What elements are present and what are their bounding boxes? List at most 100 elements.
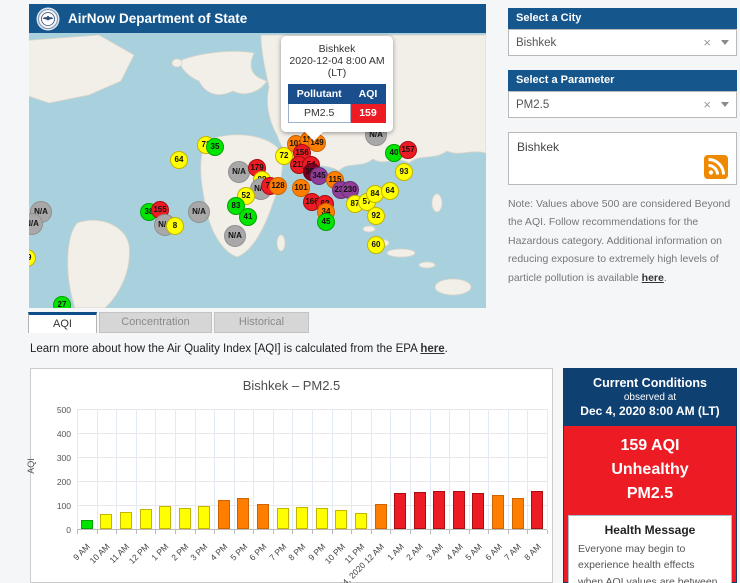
chart-vertical-gridline [430,409,431,529]
chart-bar[interactable] [492,495,504,529]
city-select-value: Bishkek [516,37,703,49]
chart-bar[interactable] [81,520,93,529]
chart-bar[interactable] [531,491,543,529]
city-select[interactable]: Bishkek × [508,29,737,56]
chart-x-tick [488,530,489,534]
chart-bar[interactable] [198,506,210,529]
chart-bar[interactable] [179,508,191,529]
city-clear-icon[interactable]: × [703,35,711,50]
map-marker[interactable]: 35 [206,138,224,156]
chart-bar[interactable] [296,507,308,529]
chart-x-tick [351,530,352,534]
map-marker[interactable]: 93 [395,163,413,181]
map-marker[interactable]: 128 [269,177,287,195]
map-marker[interactable]: 64 [170,151,188,169]
chart-y-tick-label: 400 [33,429,71,439]
chart-bar[interactable] [120,512,132,529]
chart-vertical-gridline [116,409,117,529]
chart-x-tick [273,530,274,534]
tab-concentration[interactable]: Concentration [99,312,212,333]
chart-bar[interactable] [335,510,347,529]
chart-bar[interactable] [512,498,524,529]
map-marker[interactable]: N/A [228,161,250,183]
chart-x-tick [390,530,391,534]
map-marker[interactable]: N/A [224,225,246,247]
learn-more-before: Learn more about how the Air Quality Ind… [30,343,420,355]
note-after: . [664,272,667,284]
chart-bar[interactable] [140,509,152,529]
chart-bar[interactable] [316,508,328,529]
chart-vertical-gridline [175,409,176,529]
chart-bar[interactable] [257,504,269,529]
chart-bar[interactable] [159,506,171,529]
parameter-select[interactable]: PM2.5 × [508,91,737,118]
chart-x-tick [469,530,470,534]
chart-x-tick [253,530,254,534]
beyond-aqi-note: Note: Values above 500 are considered Be… [508,195,737,287]
chart-bar[interactable] [472,493,484,529]
health-message-title: Health Message [578,523,722,537]
sidebar: Select a City Bishkek × Select a Paramet… [508,8,737,287]
chart-vertical-gridline [195,409,196,529]
chart-bar[interactable] [100,514,112,529]
chart-bar[interactable] [355,513,367,529]
chart-bar[interactable] [453,491,465,529]
chart-vertical-gridline [253,409,254,529]
popup-city: Bishkek [285,43,389,55]
chart-bar[interactable] [218,500,230,529]
chart-horizontal-gridline [77,409,547,410]
map-marker[interactable]: 157 [399,141,417,159]
chart-horizontal-gridline [77,481,547,482]
map-marker[interactable]: 345 [310,167,328,185]
rss-icon[interactable] [704,155,728,179]
popup-pollutant-value: PM2.5 [288,104,350,123]
chart-y-tick-label: 300 [33,453,71,463]
map-marker[interactable]: 8 [166,217,184,235]
chart-bar[interactable] [433,491,445,529]
chart-vertical-gridline [77,409,78,529]
chart-vertical-gridline [390,409,391,529]
chart-x-tick [214,530,215,534]
chart-horizontal-gridline [77,457,547,458]
epa-here-link[interactable]: here [420,343,444,355]
tab-historical[interactable]: Historical [214,312,309,333]
chart-vertical-gridline [214,409,215,529]
parameter-caret-icon[interactable] [721,102,729,107]
current-aqi-category: Unhealthy [564,458,736,482]
chart-x-tick [175,530,176,534]
tab-aqi[interactable]: AQI [28,312,97,333]
map-marker[interactable]: 45 [317,213,335,231]
chart-bar[interactable] [237,498,249,529]
popup-pollutant-header: Pollutant [288,85,350,104]
chart-vertical-gridline [449,409,450,529]
note-here-link[interactable]: here [642,272,664,284]
map-marker[interactable]: 92 [367,207,385,225]
aqi-world-map[interactable]: 733564N/A1797210211414915621154357345115… [29,33,486,308]
observed-at-label: observed at [568,392,732,403]
chart-bar[interactable] [394,493,406,529]
map-marker[interactable]: 41 [239,208,257,226]
city-caret-icon[interactable] [721,40,729,45]
current-conditions-header: Current Conditions observed at Dec 4, 20… [564,369,736,426]
popup-aqi-header: AQI [350,85,386,104]
select-city-header: Select a City [508,8,737,29]
chart-bar[interactable] [375,504,387,529]
parameter-clear-icon[interactable]: × [703,97,711,112]
chart-x-tick [410,530,411,534]
chart-horizontal-gridline [77,433,547,434]
chart-bar[interactable] [414,492,426,529]
map-marker[interactable]: 27 [53,296,71,308]
chart-x-axis-line [77,529,547,530]
app-header: AirNow Department of State [29,4,486,33]
chart-x-tick [547,530,548,534]
map-marker[interactable]: 60 [367,236,385,254]
chart-x-tick [195,530,196,534]
map-marker[interactable]: 64 [381,182,399,200]
chart-bar[interactable] [277,508,289,529]
chart-x-tick [292,530,293,534]
map-marker[interactable]: N/A [188,201,210,223]
chart-x-tick [371,530,372,534]
current-conditions-title: Current Conditions [568,376,732,390]
app-title: AirNow Department of State [68,11,247,26]
chart-vertical-gridline [547,409,548,529]
